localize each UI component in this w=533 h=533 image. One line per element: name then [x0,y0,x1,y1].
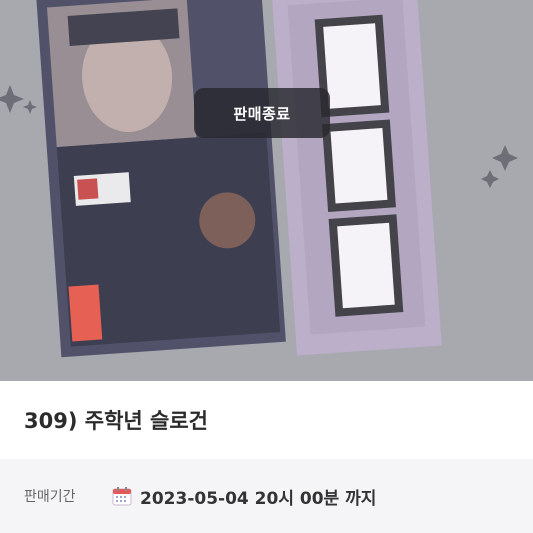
calendar-icon [112,486,132,506]
product-photo [0,0,533,381]
sale-period-label: 판매기간 [24,489,76,505]
sale-period-value: 2023-05-04 20시 00분 까지 [140,488,377,509]
product-image[interactable]: 판매종료 [0,0,533,381]
title-row: 309) 주학년 슬로건 [0,381,533,459]
product-title: 309) 주학년 슬로건 [24,409,208,433]
sold-out-badge: 판매종료 [194,88,330,138]
sale-period-row: 판매기간 2023-05-04 20시 00분 까지 [0,459,533,533]
